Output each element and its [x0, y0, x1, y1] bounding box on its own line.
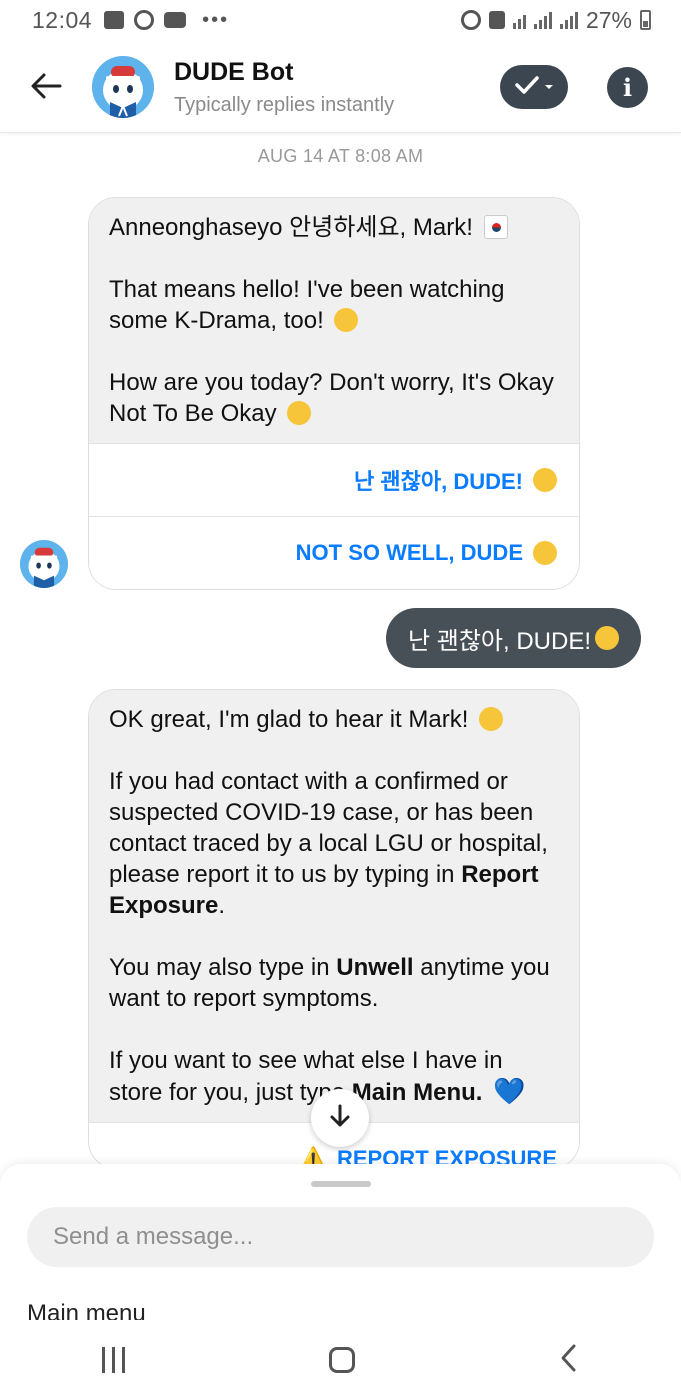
message-paragraph: Anneonghaseyo 안녕하세요, Mark!	[109, 212, 559, 243]
surprised-face-icon	[334, 308, 359, 332]
blue-heart-icon: 💙	[493, 1076, 526, 1106]
check-menu-button[interactable]	[500, 65, 568, 109]
chevron-down-icon	[544, 78, 554, 96]
drag-handle[interactable]	[311, 1181, 371, 1187]
status-time: 12:04	[32, 6, 93, 33]
notification-icons: •••	[104, 9, 229, 32]
quick-reply-not-well[interactable]: NOT SO WELL, DUDE	[89, 516, 579, 589]
more-notifications-icon: •••	[202, 8, 230, 31]
at-sign-icon	[134, 10, 155, 30]
quick-reply-label: 난 괜찮아, DUDE!	[354, 469, 523, 494]
info-button[interactable]: i	[607, 67, 648, 108]
user-message-bubble: 난 괜찮아, DUDE!	[386, 608, 641, 668]
keyword-main-menu: Main Menu.	[351, 1079, 483, 1106]
message-text: Anneonghaseyo 안녕하세요, Mark!	[109, 214, 473, 241]
quick-reply-label: NOT SO WELL, DUDE	[295, 540, 523, 565]
bot-message-body: Anneonghaseyo 안녕하세요, Mark! That means he…	[89, 198, 579, 443]
keyword-unwell: Unwell	[336, 954, 414, 981]
system-nav-bar	[0, 1320, 681, 1400]
back-nav-icon[interactable]	[559, 1343, 579, 1378]
message-text: That means hello! I've been watching som…	[109, 276, 505, 334]
message-paragraph: How are you today? Don't worry, It's Oka…	[109, 367, 559, 429]
quick-reply-fine[interactable]: 난 괜찮아, DUDE!	[89, 443, 579, 516]
alarm-icon	[460, 10, 481, 30]
bot-message-card: Anneonghaseyo 안녕하세요, Mark! That means he…	[88, 197, 580, 590]
korea-flag-icon	[483, 215, 508, 239]
message-input[interactable]	[27, 1207, 654, 1267]
signal-icon-2	[559, 11, 578, 29]
recent-apps-icon[interactable]	[102, 1347, 125, 1373]
arrow-left-icon[interactable]	[28, 68, 64, 104]
home-icon[interactable]	[329, 1347, 355, 1373]
mute-icon	[488, 11, 505, 29]
gallery-icon	[104, 11, 125, 29]
chat-title: DUDE Bot	[174, 58, 294, 86]
bot-message-body: OK great, I'm glad to hear it Mark! If y…	[89, 690, 579, 1122]
signal-icon-1	[533, 11, 552, 29]
chat-subtitle: Typically replies instantly	[174, 94, 395, 116]
message-paragraph: You may also type in Unwell anytime you …	[109, 952, 559, 1014]
message-text: .	[218, 892, 226, 919]
battery-icon	[640, 10, 651, 30]
thumbs-up-icon	[479, 707, 504, 731]
arrow-down-icon	[328, 1103, 352, 1134]
message-text: OK great, I'm glad to hear it Mark!	[109, 706, 469, 733]
wink-face-icon	[287, 401, 312, 425]
thumbs-up-icon	[595, 626, 619, 650]
bot-avatar[interactable]	[92, 56, 154, 118]
message-timestamp: AUG 14 AT 8:08 AM	[257, 146, 424, 166]
message-paragraph: That means hello! I've been watching som…	[109, 274, 559, 336]
youtube-icon	[164, 12, 187, 28]
system-icons: 27%	[460, 6, 651, 34]
check-icon	[514, 74, 540, 101]
message-text: How are you today? Don't worry, It's Oka…	[109, 369, 554, 427]
info-icon: i	[622, 73, 633, 102]
scroll-to-bottom-button[interactable]	[311, 1089, 369, 1147]
pensive-face-icon	[533, 541, 557, 565]
thumbs-up-icon	[533, 468, 557, 492]
user-message-text: 난 괜찮아, DUDE!	[408, 627, 591, 655]
message-paragraph: If you had contact with a confirmed or s…	[109, 766, 559, 921]
battery-percent: 27%	[585, 6, 632, 33]
status-bar: 12:04 ••• 27%	[0, 0, 681, 40]
message-composer: Main menu	[0, 1164, 681, 1320]
bot-avatar-small	[20, 540, 68, 588]
main-menu-button[interactable]: Main menu	[27, 1300, 146, 1320]
message-text: You may also type in	[109, 954, 337, 981]
message-paragraph: OK great, I'm glad to hear it Mark!	[109, 704, 559, 735]
chat-header: DUDE Bot Typically replies instantly i	[0, 40, 681, 133]
wifi-icon	[512, 11, 526, 29]
